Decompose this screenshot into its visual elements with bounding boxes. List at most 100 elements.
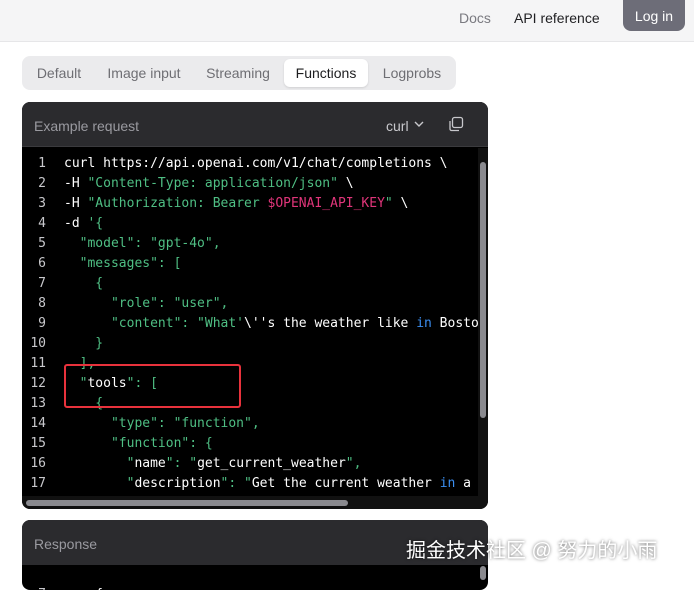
line-number: 11 bbox=[30, 356, 46, 371]
code-token: get_current_weather bbox=[197, 456, 346, 471]
line-number: 7 bbox=[22, 585, 46, 590]
response-code-line: 7 { bbox=[22, 565, 478, 590]
line-number: 10 bbox=[30, 336, 46, 351]
tab-default[interactable]: Default bbox=[26, 56, 92, 90]
line-content: "function": { bbox=[64, 434, 213, 454]
code-token: description bbox=[134, 476, 221, 491]
tab-image-input[interactable]: Image input bbox=[96, 56, 192, 90]
line-number: 13 bbox=[30, 396, 46, 411]
code-line: 3 -H "Authorization: Bearer $OPENAI_API_K… bbox=[22, 194, 478, 214]
code-token: "messages": [ bbox=[64, 256, 182, 271]
code-token: Bosto bbox=[431, 316, 478, 331]
code-token: -H bbox=[64, 176, 88, 191]
line-content: { bbox=[64, 274, 103, 294]
line-content: "type": "function", bbox=[64, 414, 260, 434]
line-number: 14 bbox=[30, 416, 46, 431]
line-content: "description": "Get the current weather … bbox=[64, 474, 471, 494]
line-content: -d '{ bbox=[64, 214, 103, 234]
line-number: 17 bbox=[30, 476, 46, 491]
response-title: Response bbox=[34, 536, 98, 552]
code-line: 5 "model": "gpt-4o", bbox=[22, 234, 478, 254]
line-number: 15 bbox=[30, 436, 46, 451]
chevron-down-icon[interactable] bbox=[414, 119, 424, 129]
language-select[interactable]: curl bbox=[386, 118, 409, 134]
code-token: "content": "What' bbox=[64, 316, 245, 331]
code-line: 2 -H "Content-Type: application/json" \ bbox=[22, 174, 478, 194]
code-token: "Content-Type: application/json" bbox=[87, 176, 338, 191]
code-line: 16 "name": "get_current_weather", bbox=[22, 454, 478, 474]
example-request-panel: Example request curl 1 curl https://api.o… bbox=[22, 102, 488, 509]
example-tabs: Default Image input Streaming Functions … bbox=[22, 56, 456, 90]
code-line: 1 curl https://api.openai.com/v1/chat/com… bbox=[22, 154, 478, 174]
code-token: \''s the weather like bbox=[244, 316, 417, 331]
code-line: 7 { bbox=[22, 274, 478, 294]
vertical-scroll-thumb[interactable] bbox=[480, 162, 486, 418]
example-request-header: Example request curl bbox=[22, 102, 488, 147]
code-token: in bbox=[439, 476, 456, 491]
line-content: curl https://api.openai.com/v1/chat/comp… bbox=[64, 154, 448, 174]
line-number: 5 bbox=[38, 236, 46, 251]
line-number: 3 bbox=[38, 196, 46, 211]
code-line: 4 -d '{ bbox=[22, 214, 478, 234]
code-line: 17 "description": "Get the current weath… bbox=[22, 474, 478, 494]
line-number: 12 bbox=[30, 376, 46, 391]
code-token: "model": "gpt-4o", bbox=[64, 236, 221, 251]
line-content: "messages": [ bbox=[64, 254, 182, 274]
api-reference-link[interactable]: API reference bbox=[514, 10, 600, 26]
line-number: 8 bbox=[38, 296, 46, 311]
line-number: 6 bbox=[38, 256, 46, 271]
code-token: Get the current weather bbox=[251, 476, 440, 491]
code-line: 15 "function": { bbox=[22, 434, 478, 454]
code-token: \ bbox=[392, 196, 409, 211]
horizontal-scroll-thumb[interactable] bbox=[26, 500, 348, 506]
code-token: $OPENAI_API_KEY bbox=[267, 196, 385, 211]
docs-link[interactable]: Docs bbox=[459, 10, 491, 26]
code-line: 6 "messages": [ bbox=[22, 254, 478, 274]
code-line: 9 "content": "What'\''s the weather like… bbox=[22, 314, 478, 334]
line-content: } bbox=[64, 334, 103, 354]
code-token: " bbox=[64, 456, 135, 471]
code-line: 14 "type": "function", bbox=[22, 414, 478, 434]
code-token: "role": "user", bbox=[64, 296, 229, 311]
watermark: 掘金技术社区 @ 努力的小雨 bbox=[406, 540, 658, 562]
code-token: \ bbox=[337, 176, 354, 191]
code-token: "function": { bbox=[64, 436, 213, 451]
line-content: "name": "get_current_weather", bbox=[64, 454, 362, 474]
code-token: -H bbox=[64, 196, 88, 211]
code-token: ": " bbox=[220, 476, 252, 491]
code-token: "type": "function", bbox=[64, 416, 260, 431]
code-token: curl https://api.openai.com/v1/chat/comp… bbox=[64, 156, 448, 171]
line-number: 16 bbox=[30, 456, 46, 471]
code-token: ", bbox=[345, 456, 362, 471]
line-number: 2 bbox=[38, 176, 46, 191]
response-scroll-thumb[interactable] bbox=[480, 566, 486, 580]
code-token: a bbox=[455, 476, 472, 491]
tab-streaming[interactable]: Streaming bbox=[196, 56, 280, 90]
code-token: "Authorization: Bearer bbox=[87, 196, 268, 211]
code-token: '{ bbox=[87, 216, 104, 231]
code-token: in bbox=[416, 316, 432, 331]
tab-functions[interactable]: Functions bbox=[284, 59, 368, 87]
code-token: } bbox=[64, 336, 104, 351]
line-content: "content": "What'\''s the weather like i… bbox=[64, 314, 478, 334]
login-button[interactable]: Log in bbox=[623, 0, 685, 31]
code-token: { bbox=[64, 276, 104, 291]
code-block[interactable]: 1 curl https://api.openai.com/v1/chat/com… bbox=[22, 148, 478, 494]
code-token: name bbox=[134, 456, 166, 471]
top-navigation-bar: Docs API reference Log in bbox=[0, 0, 694, 42]
line-content: -H "Content-Type: application/json" \ bbox=[64, 174, 354, 194]
tab-logprobs[interactable]: Logprobs bbox=[372, 56, 452, 90]
code-token: " bbox=[64, 476, 135, 491]
code-token: ": " bbox=[165, 456, 198, 471]
line-content: { bbox=[64, 585, 103, 590]
panel-title: Example request bbox=[34, 118, 140, 134]
line-content: "role": "user", bbox=[64, 294, 228, 314]
copy-icon[interactable] bbox=[448, 116, 464, 132]
line-number: 7 bbox=[38, 276, 46, 291]
code-line: 8 "role": "user", bbox=[22, 294, 478, 314]
tools-highlight-annotation bbox=[64, 364, 241, 408]
code-token: -d bbox=[64, 216, 88, 231]
line-number: 4 bbox=[38, 216, 46, 231]
line-number: 1 bbox=[38, 156, 46, 171]
code-line: 10 } bbox=[22, 334, 478, 354]
